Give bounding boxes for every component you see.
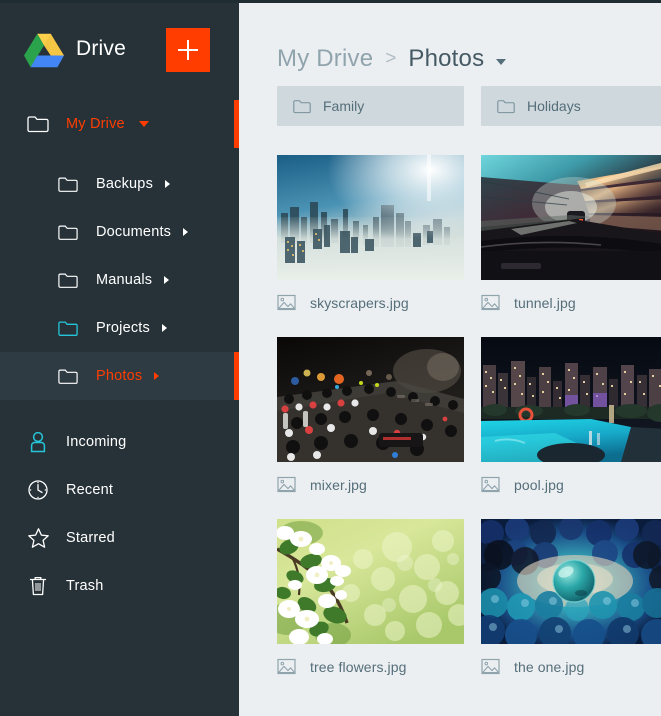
sidebar-item-backups[interactable]: Backups bbox=[0, 160, 239, 208]
sidebar-item-label: Trash bbox=[66, 578, 104, 594]
caret-right-icon bbox=[183, 228, 189, 236]
sidebar: Drive My Drive Backups Documents Manuals… bbox=[0, 0, 239, 716]
folder-icon bbox=[56, 316, 80, 340]
sidebar-item-label: Projects bbox=[96, 320, 150, 336]
drive-app-window: Drive My Drive Backups Documents Manuals… bbox=[0, 0, 661, 716]
folder-chip-holidays[interactable]: Holidays bbox=[481, 86, 661, 126]
main-content: My Drive > Photos Family Holidays skyscr… bbox=[239, 0, 661, 716]
file-thumbnail[interactable] bbox=[277, 337, 464, 462]
file-card[interactable]: tunnel.jpg bbox=[481, 155, 661, 320]
file-meta: skyscrapers.jpg bbox=[277, 280, 464, 320]
file-card[interactable]: mixer.jpg bbox=[277, 337, 464, 502]
file-thumbnail[interactable] bbox=[277, 155, 464, 280]
window-top-strip bbox=[0, 0, 661, 3]
sidebar-item-label: Photos bbox=[96, 368, 143, 384]
sidebar-item-my-drive[interactable]: My Drive bbox=[0, 100, 239, 148]
folder-icon bbox=[26, 112, 50, 136]
sidebar-item-starred[interactable]: Starred bbox=[0, 514, 239, 562]
file-name: mixer.jpg bbox=[310, 476, 367, 493]
sidebar-item-projects[interactable]: Projects bbox=[0, 304, 239, 352]
file-card[interactable]: the one.jpg bbox=[481, 519, 661, 684]
caret-right-icon bbox=[165, 180, 171, 188]
file-meta: the one.jpg bbox=[481, 644, 661, 684]
file-meta: tree flowers.jpg bbox=[277, 644, 464, 684]
file-thumbnail[interactable] bbox=[277, 519, 464, 644]
sidebar-item-label: Backups bbox=[96, 176, 154, 192]
star-icon bbox=[26, 526, 50, 550]
chevron-down-icon[interactable] bbox=[496, 59, 507, 65]
breadcrumb: My Drive > Photos bbox=[239, 0, 661, 86]
sidebar-item-label: My Drive bbox=[66, 116, 125, 132]
image-file-icon bbox=[481, 657, 500, 676]
app-title: Drive bbox=[76, 37, 127, 60]
sidebar-item-documents[interactable]: Documents bbox=[0, 208, 239, 256]
folder-icon bbox=[293, 97, 311, 115]
clock-icon bbox=[26, 478, 50, 502]
folder-icon bbox=[56, 172, 80, 196]
sidebar-item-label: Manuals bbox=[96, 272, 153, 288]
file-meta: mixer.jpg bbox=[277, 462, 464, 502]
folder-chip-family[interactable]: Family bbox=[277, 86, 464, 126]
file-grid: skyscrapers.jpg tunnel.jpg mixer.jpg poo… bbox=[239, 126, 661, 684]
sidebar-item-label: Incoming bbox=[66, 434, 127, 450]
file-thumbnail[interactable] bbox=[481, 155, 661, 280]
file-name: tunnel.jpg bbox=[514, 294, 576, 311]
folder-icon bbox=[56, 268, 80, 292]
image-file-icon bbox=[481, 475, 500, 494]
file-meta: pool.jpg bbox=[481, 462, 661, 502]
file-card[interactable]: tree flowers.jpg bbox=[277, 519, 464, 684]
breadcrumb-separator: > bbox=[385, 48, 397, 69]
image-file-icon bbox=[277, 657, 296, 676]
file-name: pool.jpg bbox=[514, 476, 564, 493]
file-card[interactable]: pool.jpg bbox=[481, 337, 661, 502]
sidebar-item-photos[interactable]: Photos bbox=[0, 352, 239, 400]
caret-right-icon bbox=[154, 372, 160, 380]
person-icon bbox=[26, 430, 50, 454]
folder-chip-row: Family Holidays bbox=[239, 86, 661, 126]
folder-icon bbox=[56, 220, 80, 244]
image-file-icon bbox=[481, 293, 500, 312]
sidebar-item-manuals[interactable]: Manuals bbox=[0, 256, 239, 304]
caret-right-icon bbox=[164, 276, 170, 284]
breadcrumb-my-drive[interactable]: My Drive bbox=[277, 45, 373, 73]
folder-chip-label: Family bbox=[323, 98, 365, 114]
file-thumbnail[interactable] bbox=[481, 337, 661, 462]
google-drive-logo-icon bbox=[24, 33, 64, 68]
sidebar-item-label: Recent bbox=[66, 482, 114, 498]
sidebar-item-label: Documents bbox=[96, 224, 172, 240]
caret-right-icon bbox=[161, 324, 167, 332]
sidebar-item-recent[interactable]: Recent bbox=[0, 466, 239, 514]
file-card[interactable]: skyscrapers.jpg bbox=[277, 155, 464, 320]
trash-icon bbox=[26, 574, 50, 598]
file-name: tree flowers.jpg bbox=[310, 658, 407, 675]
image-file-icon bbox=[277, 475, 296, 494]
file-name: skyscrapers.jpg bbox=[310, 294, 409, 311]
image-file-icon bbox=[277, 293, 296, 312]
file-meta: tunnel.jpg bbox=[481, 280, 661, 320]
sidebar-item-trash[interactable]: Trash bbox=[0, 562, 239, 610]
new-item-button[interactable] bbox=[166, 28, 210, 72]
file-thumbnail[interactable] bbox=[481, 519, 661, 644]
sidebar-item-label: Starred bbox=[66, 530, 115, 546]
sidebar-header: Drive bbox=[0, 0, 239, 100]
folder-chip-label: Holidays bbox=[527, 98, 581, 114]
caret-down-icon bbox=[138, 121, 149, 127]
sidebar-item-incoming[interactable]: Incoming bbox=[0, 418, 239, 466]
plus-icon bbox=[178, 40, 198, 60]
folder-icon bbox=[56, 364, 80, 388]
breadcrumb-photos[interactable]: Photos bbox=[408, 45, 484, 73]
file-name: the one.jpg bbox=[514, 658, 585, 675]
folder-icon bbox=[497, 97, 515, 115]
